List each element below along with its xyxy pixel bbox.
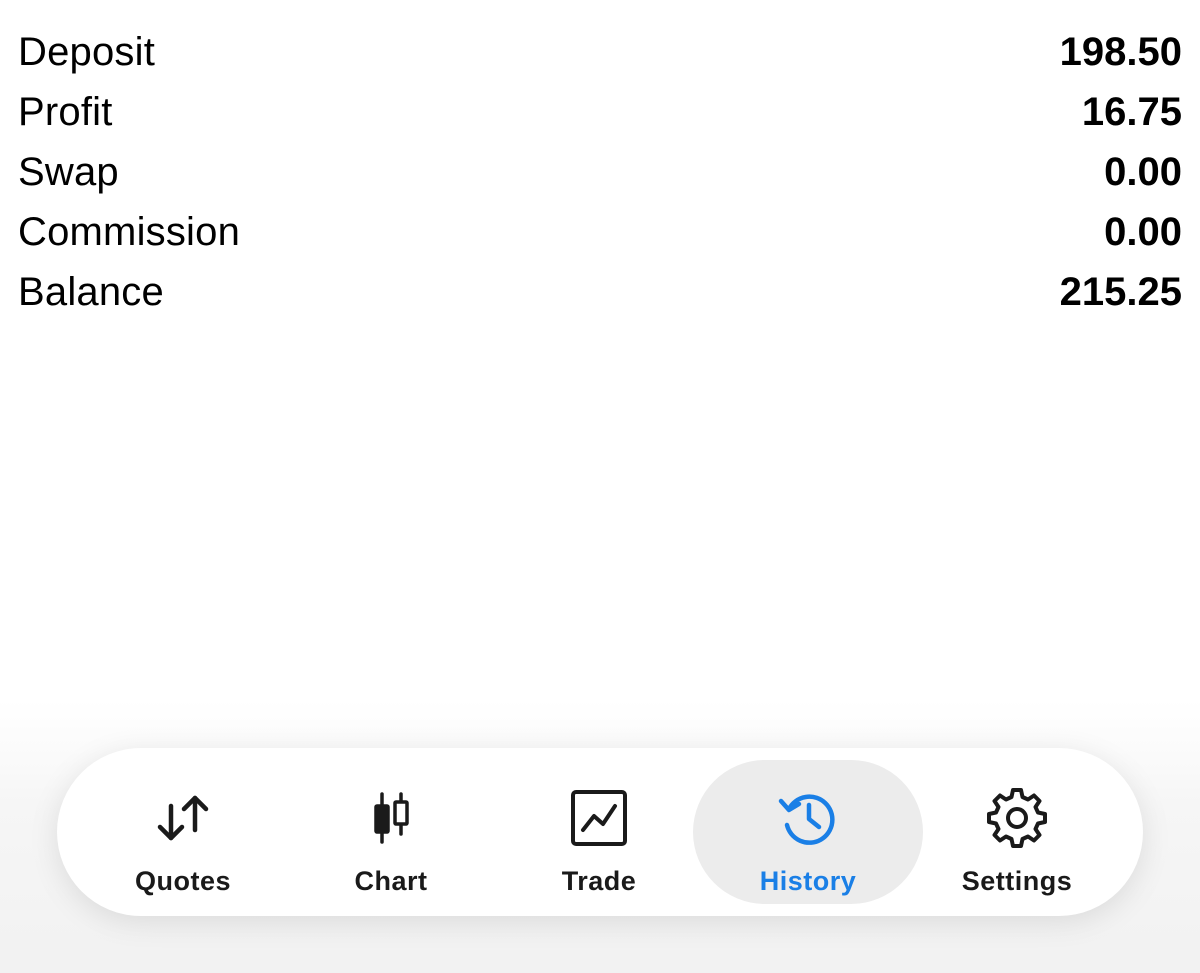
- tab-settings-label: Settings: [961, 866, 1073, 896]
- history-screen: Deposit 198.50 Profit 16.75 Swap 0.00 Co…: [0, 0, 1200, 973]
- summary-row-commission: Commission 0.00: [18, 202, 1182, 262]
- tab-history-label: History: [759, 866, 857, 896]
- balance-value: 215.25: [1059, 269, 1182, 314]
- commission-value: 0.00: [1104, 209, 1182, 254]
- swap-label: Swap: [18, 149, 119, 194]
- account-summary: Deposit 198.50 Profit 16.75 Swap 0.00 Co…: [18, 22, 1182, 322]
- arrows-up-down-icon: [151, 786, 215, 850]
- tab-quotes-label: Quotes: [134, 866, 231, 896]
- commission-label: Commission: [18, 209, 241, 254]
- history-clock-icon: [776, 786, 840, 850]
- swap-value: 0.00: [1104, 149, 1182, 194]
- tab-trade[interactable]: Trade: [503, 760, 695, 904]
- tab-history[interactable]: History: [693, 760, 923, 904]
- bottom-tab-bar: Quotes Chart Trade History Settings: [57, 748, 1143, 916]
- deposit-label: Deposit: [18, 29, 156, 74]
- tab-trade-label: Trade: [561, 866, 637, 896]
- tab-settings[interactable]: Settings: [921, 760, 1113, 904]
- balance-label: Balance: [18, 269, 164, 314]
- tab-chart[interactable]: Chart: [295, 760, 487, 904]
- gear-icon: [985, 786, 1049, 850]
- deposit-value: 198.50: [1059, 29, 1182, 74]
- profit-label: Profit: [18, 89, 113, 134]
- tab-chart-label: Chart: [354, 866, 428, 896]
- summary-row-deposit: Deposit 198.50: [18, 22, 1182, 82]
- profit-value: 16.75: [1081, 89, 1182, 134]
- summary-row-balance: Balance 215.25: [18, 262, 1182, 322]
- tab-quotes[interactable]: Quotes: [87, 760, 279, 904]
- summary-row-profit: Profit 16.75: [18, 82, 1182, 142]
- summary-row-swap: Swap 0.00: [18, 142, 1182, 202]
- trade-line-chart-icon: [567, 786, 631, 850]
- candlestick-chart-icon: [359, 786, 423, 850]
